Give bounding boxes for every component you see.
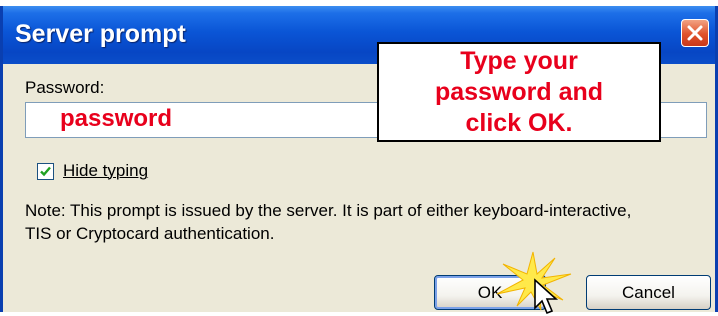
password-input-value: password bbox=[60, 105, 173, 132]
close-button[interactable] bbox=[681, 19, 709, 47]
note-line-1: Note: This prompt is issued by the serve… bbox=[25, 201, 632, 220]
close-x-icon bbox=[687, 25, 703, 41]
callout-line-1: Type your bbox=[460, 47, 578, 75]
note-line-2: TIS or Cryptocard authentication. bbox=[25, 224, 275, 243]
checkmark-icon bbox=[40, 166, 51, 177]
hide-typing-label[interactable]: Hide typing bbox=[63, 161, 148, 181]
mouse-pointer-icon bbox=[534, 278, 559, 315]
callout-line-2: password and bbox=[434, 78, 604, 106]
window-title: Server prompt bbox=[15, 20, 186, 48]
instruction-callout: Type your password and click OK. bbox=[377, 42, 661, 142]
callout-line-3: click OK. bbox=[465, 109, 573, 137]
note-text: Note: This prompt is issued by the serve… bbox=[25, 199, 715, 245]
hide-typing-checkbox[interactable] bbox=[37, 163, 54, 180]
server-prompt-dialog: Server prompt Password: password Type yo… bbox=[0, 6, 718, 315]
password-label: Password: bbox=[25, 78, 105, 97]
cancel-button[interactable]: Cancel bbox=[586, 275, 711, 310]
